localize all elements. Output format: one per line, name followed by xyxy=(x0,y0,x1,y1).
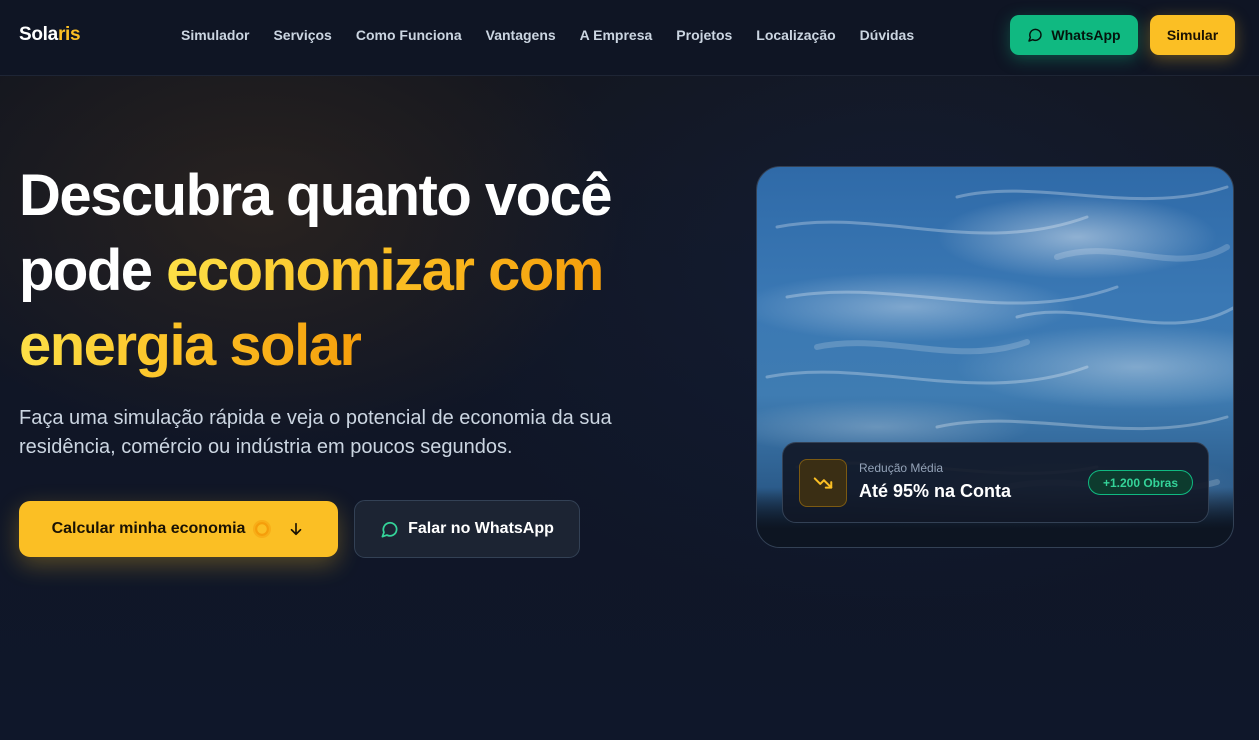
hero-title-line2-highlight: economizar com xyxy=(166,238,604,303)
brand-name-part2: ris xyxy=(57,24,81,45)
brand-logo[interactable]: Solaris xyxy=(19,24,81,46)
nav-item-localizacao[interactable]: Localização xyxy=(756,27,835,43)
hero-whatsapp-label: Falar no WhatsApp xyxy=(408,520,554,537)
hero-title-line2-plain: pode xyxy=(19,238,167,303)
chat-bubble-icon xyxy=(1028,28,1043,42)
arrow-down-icon xyxy=(291,522,302,536)
nav-item-simulador[interactable]: Simulador xyxy=(181,27,249,43)
site-header: Solaris Simulador Serviços Como Funciona… xyxy=(0,0,1259,76)
main-nav: Simulador Serviços Como Funciona Vantage… xyxy=(181,27,938,43)
hero-title-line1: Descubra quanto você xyxy=(19,163,613,228)
stat-value: Até 95% na Conta xyxy=(859,481,1012,501)
nav-item-projetos[interactable]: Projetos xyxy=(676,27,732,43)
nav-item-servicos[interactable]: Serviços xyxy=(273,27,331,43)
calculate-savings-button[interactable]: Calcular minha economia xyxy=(19,501,338,557)
hero-whatsapp-button[interactable]: Falar no WhatsApp xyxy=(354,500,580,558)
projects-count-badge: +1.200 Obras xyxy=(1088,470,1193,495)
chat-bubble-icon xyxy=(381,521,398,537)
header-simulate-button[interactable]: Simular xyxy=(1150,15,1235,55)
savings-stat-card: Redução Média Até 95% na Conta +1.200 Ob… xyxy=(782,442,1209,523)
trending-down-icon xyxy=(799,459,847,507)
nav-item-vantagens[interactable]: Vantagens xyxy=(486,27,556,43)
header-whatsapp-button[interactable]: WhatsApp xyxy=(1010,15,1138,55)
stat-label: Redução Média xyxy=(859,461,944,475)
hero-title: Descubra quanto você pode economizar com… xyxy=(19,158,719,383)
hero-title-line3-highlight: energia solar xyxy=(19,313,362,378)
nav-item-a-empresa[interactable]: A Empresa xyxy=(580,27,653,43)
header-whatsapp-label: WhatsApp xyxy=(1051,27,1121,43)
sun-icon xyxy=(255,522,270,536)
nav-item-como-funciona[interactable]: Como Funciona xyxy=(356,27,462,43)
calculate-savings-label: Calcular minha economia xyxy=(51,520,246,537)
nav-item-duvidas[interactable]: Dúvidas xyxy=(860,27,914,43)
hero-subtitle: Faça uma simulação rápida e veja o poten… xyxy=(19,407,612,458)
brand-name-part1: Sola xyxy=(19,24,58,45)
